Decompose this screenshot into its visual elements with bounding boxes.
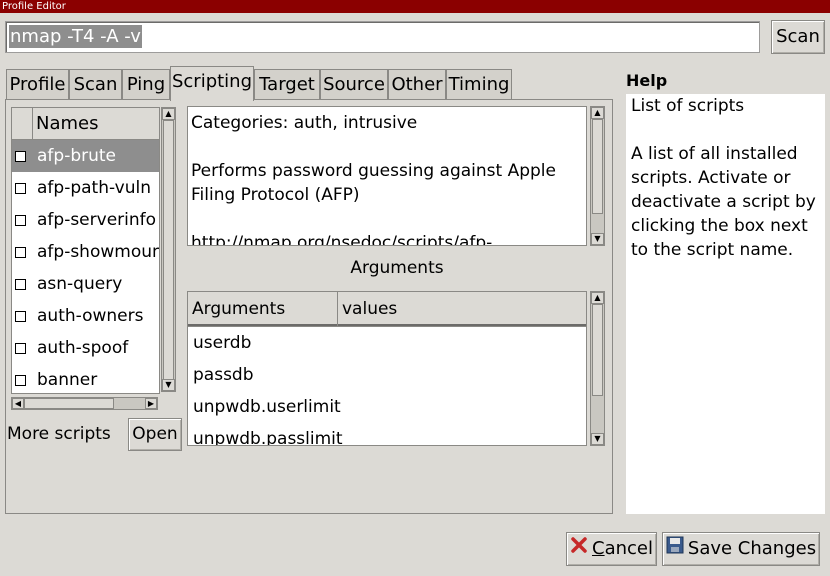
scroll-down-arrow-icon[interactable]: ▼ [162, 379, 175, 391]
script-doc-link[interactable]: http://nmap.org/nsedoc/scripts/afp- [191, 231, 583, 245]
script-list-vscrollbar[interactable]: ▲ ▼ [161, 107, 176, 392]
tab-scripting[interactable]: Scripting [170, 66, 254, 101]
script-item[interactable]: banner [12, 364, 159, 393]
scroll-up-arrow-icon[interactable]: ▲ [591, 292, 604, 304]
scrollbar-thumb[interactable] [163, 120, 174, 380]
scroll-right-arrow-icon[interactable]: ▶ [145, 398, 157, 409]
script-item[interactable]: afp-path-vuln [12, 172, 159, 204]
script-name: auth-owners [37, 306, 144, 326]
script-item[interactable]: afp-showmount [12, 236, 159, 268]
arguments-table-header: Arguments values [188, 292, 586, 327]
script-name: banner [37, 370, 98, 390]
checkbox-column-header [12, 108, 33, 139]
save-changes-button[interactable]: Save Changes [662, 532, 820, 566]
scrollbar-thumb[interactable] [592, 119, 603, 214]
arguments-column-header[interactable]: Arguments [188, 292, 338, 326]
scroll-up-arrow-icon[interactable]: ▲ [591, 107, 604, 119]
script-description: Categories: auth, intrusive Performs pas… [187, 106, 587, 246]
scroll-up-arrow-icon[interactable]: ▲ [162, 108, 175, 120]
scrollbar-thumb[interactable] [24, 398, 114, 409]
window-title-bar: Profile Editor [0, 0, 830, 13]
scroll-left-arrow-icon[interactable]: ◀ [12, 398, 24, 409]
tab-source[interactable]: Source [320, 69, 388, 100]
tab-profile[interactable]: Profile [6, 69, 69, 100]
save-changes-label: Save Changes [687, 538, 817, 559]
cancel-button[interactable]: Cancel [566, 532, 657, 566]
help-heading: List of scripts [631, 96, 745, 116]
script-item[interactable]: auth-owners [12, 300, 159, 332]
values-column-header[interactable]: values [338, 292, 397, 326]
help-title: Help [626, 71, 668, 90]
scrollbar-thumb[interactable] [592, 304, 603, 396]
tab-target[interactable]: Target [254, 69, 320, 100]
script-name: afp-path-vuln [37, 178, 151, 198]
tab-ping[interactable]: Ping [122, 69, 170, 100]
scan-button[interactable]: Scan [771, 20, 825, 54]
save-icon [666, 533, 684, 565]
script-checkbox[interactable] [15, 374, 26, 386]
scroll-down-arrow-icon[interactable]: ▼ [591, 433, 604, 445]
command-input[interactable]: nmap -T4 -A -v [5, 21, 760, 53]
names-column-header[interactable]: Names [33, 108, 98, 139]
tab-scan[interactable]: Scan [69, 69, 122, 100]
script-checkbox[interactable] [15, 310, 26, 322]
script-item[interactable]: asn-query [12, 268, 159, 300]
script-name: afp-brute [37, 146, 117, 166]
argument-row[interactable]: unpwdb.userlimit [188, 391, 586, 423]
help-panel: List of scripts A list of all installed … [626, 94, 825, 514]
script-item[interactable]: auth-spoof [12, 332, 159, 364]
help-body: A list of all installed scripts. Activat… [631, 144, 816, 260]
tab-timing[interactable]: Timing [446, 69, 512, 100]
argument-row[interactable]: passdb [188, 359, 586, 391]
tab-other[interactable]: Other [388, 69, 446, 100]
script-description-text: Performs password guessing against Apple… [191, 161, 556, 205]
command-text: nmap -T4 -A -v [9, 25, 142, 48]
argument-row[interactable]: unpwdb.passlimit [188, 423, 586, 445]
description-vscrollbar[interactable]: ▲ ▼ [590, 106, 605, 246]
argument-row[interactable]: userdb [188, 327, 586, 359]
window-title: Profile Editor [2, 1, 66, 12]
more-scripts-label: More scripts [7, 424, 111, 444]
script-checkbox[interactable] [15, 278, 26, 290]
script-name: afp-serverinfo [37, 210, 157, 230]
script-categories: Categories: auth, intrusive [191, 113, 418, 133]
script-checkbox[interactable] [15, 150, 26, 162]
script-list-hscrollbar[interactable]: ◀ ▶ [11, 397, 158, 410]
cancel-icon [570, 533, 588, 565]
arguments-vscrollbar[interactable]: ▲ ▼ [590, 291, 605, 446]
script-item[interactable]: afp-serverinfo [12, 204, 159, 236]
script-name: afp-showmount [37, 242, 160, 262]
script-list[interactable]: Names afp-brute afp-path-vuln afp-server… [11, 107, 160, 394]
cancel-label: Cancel [592, 538, 653, 559]
scroll-down-arrow-icon[interactable]: ▼ [591, 233, 604, 245]
arguments-title: Arguments [350, 258, 444, 278]
script-name: asn-query [37, 274, 123, 294]
script-checkbox[interactable] [15, 246, 26, 258]
script-list-header: Names [12, 108, 159, 140]
arguments-table[interactable]: Arguments values userdb passdb unpwdb.us… [187, 291, 587, 446]
script-name: auth-spoof [37, 338, 129, 358]
script-item[interactable]: afp-brute [12, 140, 159, 172]
script-checkbox[interactable] [15, 182, 26, 194]
open-button[interactable]: Open [128, 418, 182, 451]
script-checkbox[interactable] [15, 214, 26, 226]
script-checkbox[interactable] [15, 342, 26, 354]
